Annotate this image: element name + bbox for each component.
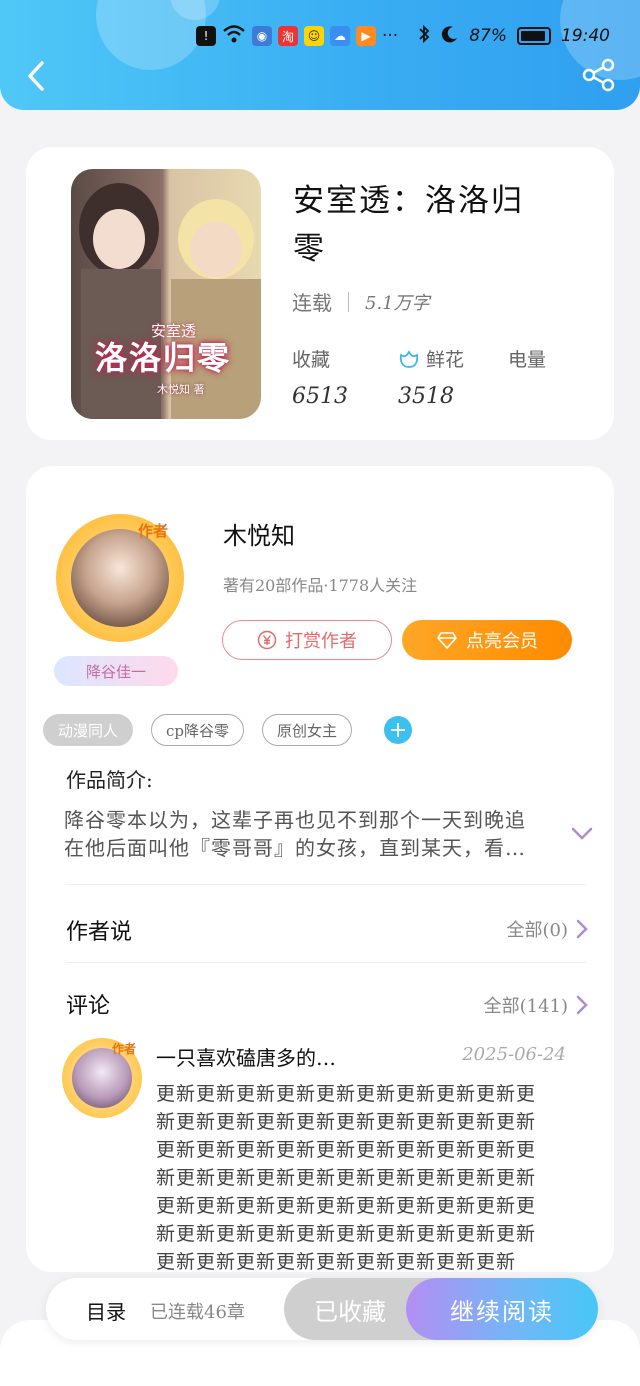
comments-all-link[interactable]: 全部(141) [484, 992, 588, 1018]
divider [348, 291, 349, 312]
comment-author-badge: 作者 [112, 1042, 137, 1056]
tag-chip[interactable]: 动漫同人 [43, 714, 134, 746]
comments-title: 评论 [66, 994, 111, 1019]
book-cover[interactable]: 安室透 洛洛归零 木悦知 著 [71, 169, 261, 419]
flower-icon [399, 349, 419, 368]
author-says-count: 全部(0) [506, 920, 569, 941]
book-detail-card: 作者 降谷佳一 木悦知 著有20部作品·1778人关注 打赏作者 点亮会员 动漫… [26, 466, 614, 1273]
stat-flowers[interactable]: 鲜花 3518 [398, 345, 464, 409]
member-label: 点亮会员 [466, 631, 538, 652]
divider [66, 884, 586, 885]
chevron-right-icon [576, 995, 588, 1015]
book-tags: 动漫同人 cp降谷零 原创女主 + [43, 714, 413, 746]
author-name[interactable]: 木悦知 [223, 516, 295, 551]
stat-value: 3518 [398, 384, 454, 409]
back-button[interactable] [20, 58, 52, 94]
bluetooth-icon [417, 24, 431, 49]
author-fan-tag: 降谷佳一 [54, 656, 178, 686]
tag-chip[interactable]: 原创女主 [262, 714, 353, 746]
word-count: 5.1万字 [365, 292, 430, 314]
divider [66, 962, 586, 963]
stat-label: 电量 [508, 349, 547, 371]
chevron-down-icon [571, 827, 593, 840]
header: ! ◉ 淘 ☺ ☁ ▶ ··· 87% 19:40 [0, 0, 640, 110]
author-says-all-link[interactable]: 全部(0) [507, 916, 589, 942]
toc-button[interactable]: 目录 [86, 1296, 126, 1325]
diamond-icon [437, 632, 457, 649]
comments-count: 全部(141) [483, 996, 568, 1017]
comment-date: 2025-06-24 [462, 1044, 566, 1065]
share-button[interactable] [582, 58, 618, 94]
share-icon [582, 58, 615, 92]
battery-percent: 87% [469, 26, 507, 46]
stat-label: 收藏 [292, 349, 331, 371]
avatar-image [71, 529, 169, 627]
cover-title: 洛洛归零 [95, 339, 232, 377]
tag-chip[interactable]: cp降谷零 [151, 714, 245, 746]
author-badge: 作者 [138, 522, 169, 540]
book-status: 连载 [292, 291, 332, 315]
moon-icon [441, 25, 459, 48]
activate-member-button[interactable]: 点亮会员 [402, 620, 572, 660]
clock: 19:40 [561, 26, 610, 46]
video-app-icon: ▶ [356, 26, 376, 46]
chat-app-icon: ☺ [304, 26, 324, 46]
author-info: 著有20部作品·1778人关注 [223, 576, 418, 595]
expand-intro-button[interactable] [570, 826, 594, 846]
stat-value: 6513 [292, 384, 348, 409]
chevron-right-icon [576, 919, 588, 939]
book-meta: 连载 5.1万字 [292, 287, 430, 316]
book-title: 安室透：洛洛归零 [293, 183, 524, 267]
avatar-image [72, 1048, 132, 1108]
reward-author-button[interactable]: 打赏作者 [222, 620, 392, 660]
intro-text[interactable]: 降谷零本以为，这辈子再也见不到那个一天到晚追在他后面叫他『零哥哥』的女孩，直到某… [64, 806, 544, 862]
taobao-app-icon: 淘 [278, 26, 298, 46]
reward-label: 打赏作者 [285, 631, 357, 652]
stat-label: 鲜花 [426, 349, 465, 371]
chapter-count[interactable]: 已连载46章 [150, 1298, 245, 1324]
add-tag-button[interactable]: + [384, 716, 413, 744]
status-bar: ! ◉ 淘 ☺ ☁ ▶ ··· 87% 19:40 [196, 22, 610, 50]
continue-reading-button[interactable]: 继续阅读 [406, 1278, 598, 1340]
intro-label: 作品简介: [66, 768, 153, 792]
alert-icon: ! [196, 26, 216, 46]
comment-username[interactable]: 一只喜欢磕唐多的… [156, 1042, 336, 1071]
back-arrow-icon [28, 61, 44, 91]
yen-coin-icon [257, 630, 277, 650]
cloud-app-icon: ☁ [330, 26, 350, 46]
battery-icon [517, 27, 551, 45]
cover-author: 木悦知 著 [157, 383, 205, 396]
bottom-action-bar: 目录 已连载46章 已收藏 继续阅读 [46, 1278, 598, 1340]
stat-label-row: 鲜花 [398, 345, 464, 372]
stat-favorites[interactable]: 收藏 6513 [292, 345, 348, 409]
game-app-icon: ◉ [252, 26, 272, 46]
comment-text[interactable]: 更新更新更新更新更新更新更新更新更新更新更新更新更新更新更新更新更新更新更新更新… [156, 1080, 548, 1276]
wifi-icon [222, 24, 246, 49]
book-info-card: 安室透 洛洛归零 木悦知 著 安室透：洛洛归零 连载 5.1万字 收藏 6513… [26, 147, 614, 440]
stat-power[interactable]: 电量 [508, 345, 546, 384]
author-says-title: 作者说 [66, 920, 133, 945]
more-notifications: ··· [382, 26, 399, 46]
